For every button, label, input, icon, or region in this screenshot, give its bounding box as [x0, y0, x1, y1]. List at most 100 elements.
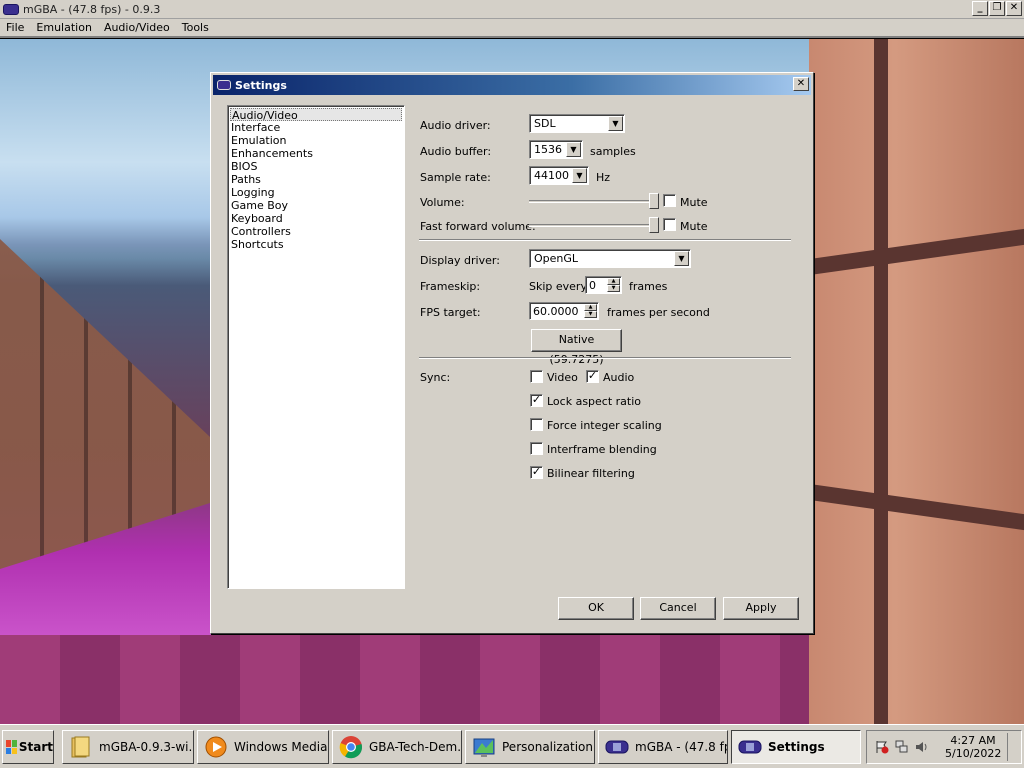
sync-audio-label: Audio	[603, 371, 635, 384]
native-fps-button[interactable]: Native (59.7275)	[531, 329, 622, 366]
main-window-title: mGBA - (47.8 fps) - 0.9.3	[23, 2, 161, 16]
category-item-logging[interactable]: Logging	[230, 186, 402, 199]
ff-volume-slider-thumb[interactable]	[649, 217, 659, 233]
close-button[interactable]: ✕	[1006, 1, 1022, 16]
menu-file[interactable]: File	[0, 21, 30, 34]
taskbar-item-label: Personalization	[502, 740, 593, 754]
menu-emulation[interactable]: Emulation	[30, 21, 98, 34]
clock-time: 4:27 AM	[950, 734, 996, 747]
interframe-checkbox[interactable]	[530, 442, 543, 455]
start-button[interactable]: Start	[2, 730, 54, 764]
taskbar: Start mGBA-0.9.3-wi... Windows Media... …	[0, 724, 1024, 768]
volume-icon[interactable]	[915, 740, 929, 754]
separator	[419, 239, 791, 241]
taskbar-item-mgba[interactable]: mGBA - (47.8 fps...	[598, 730, 728, 764]
audio-buffer-value: 1536	[534, 143, 562, 156]
minimize-button[interactable]: _	[972, 1, 988, 16]
display-driver-value: OpenGL	[534, 252, 579, 265]
media-player-icon	[205, 736, 227, 758]
category-item-audio-video[interactable]: Audio/Video	[230, 108, 402, 122]
start-label: Start	[18, 740, 53, 754]
settings-close-button[interactable]: ✕	[793, 77, 809, 91]
mgba-icon	[738, 740, 762, 754]
fps-target-value: 60.0000	[533, 305, 579, 318]
frameskip-label: Frameskip:	[420, 280, 481, 293]
category-item-bios[interactable]: BIOS	[230, 160, 402, 173]
lock-aspect-checkbox[interactable]: ✓	[530, 394, 543, 407]
volume-mute-label: Mute	[680, 196, 708, 209]
bilinear-checkbox[interactable]: ✓	[530, 466, 543, 479]
audio-driver-value: SDL	[534, 117, 556, 130]
category-item-paths[interactable]: Paths	[230, 173, 402, 186]
taskbar-item-media-player[interactable]: Windows Media...	[197, 730, 329, 764]
clock-date: 5/10/2022	[945, 747, 1002, 760]
restore-button[interactable]: ❐	[989, 1, 1005, 16]
category-item-emulation[interactable]: Emulation	[230, 134, 402, 147]
force-integer-checkbox[interactable]	[530, 418, 543, 431]
category-item-controllers[interactable]: Controllers	[230, 225, 402, 238]
volume-mute-checkbox[interactable]	[663, 194, 676, 207]
ff-volume-mute-checkbox[interactable]	[663, 218, 676, 231]
sync-video-checkbox[interactable]	[530, 370, 543, 383]
mgba-icon	[605, 740, 629, 754]
personalization-icon	[473, 738, 495, 757]
force-integer-label: Force integer scaling	[547, 419, 662, 432]
audio-buffer-label: Audio buffer:	[420, 145, 492, 158]
ff-volume-label: Fast forward volume:	[420, 220, 536, 233]
menu-audio-video[interactable]: Audio/Video	[98, 21, 176, 34]
sync-audio-checkbox[interactable]: ✓	[586, 370, 599, 383]
display-driver-select[interactable]: OpenGL ▼	[529, 249, 691, 268]
folder-icon	[71, 736, 90, 758]
sample-rate-unit: Hz	[596, 171, 611, 184]
system-tray: 4:27 AM 5/10/2022	[866, 730, 1022, 764]
settings-titlebar[interactable]: Settings ✕	[213, 75, 811, 95]
audio-buffer-select[interactable]: 1536 ▼	[529, 140, 583, 159]
category-item-keyboard[interactable]: Keyboard	[230, 212, 402, 225]
main-window-titlebar[interactable]: mGBA - (47.8 fps) - 0.9.3 _ ❐ ✕	[0, 0, 1024, 19]
action-center-flag-icon[interactable]	[875, 740, 889, 754]
chevron-down-icon: ▼	[566, 142, 581, 157]
taskbar-item-chrome[interactable]: GBA-Tech-Dem...	[332, 730, 462, 764]
category-item-shortcuts[interactable]: Shortcuts	[230, 238, 402, 251]
apply-button[interactable]: Apply	[723, 597, 799, 620]
menu-tools[interactable]: Tools	[176, 21, 215, 34]
game-wall-right	[809, 39, 1024, 724]
volume-slider[interactable]	[529, 191, 659, 211]
windows-logo-icon	[6, 740, 17, 754]
spin-down-icon[interactable]: ▼	[584, 311, 597, 318]
ff-volume-slider[interactable]	[529, 215, 659, 235]
sync-label: Sync:	[420, 371, 451, 384]
frameskip-spinbox[interactable]: 0 ▲ ▼	[585, 276, 622, 294]
category-item-enhancements[interactable]: Enhancements	[230, 147, 402, 160]
category-item-game-boy[interactable]: Game Boy	[230, 199, 402, 212]
taskbar-item-label: GBA-Tech-Dem...	[369, 740, 462, 754]
audio-driver-select[interactable]: SDL ▼	[529, 114, 625, 133]
taskbar-item-label: mGBA - (47.8 fps...	[635, 740, 727, 754]
mgba-icon	[3, 3, 19, 15]
frameskip-value: 0	[589, 279, 596, 292]
category-item-interface[interactable]: Interface	[230, 121, 402, 134]
frameskip-unit: frames	[629, 280, 668, 293]
network-icon[interactable]	[895, 740, 909, 754]
interframe-label: Interframe blending	[547, 443, 657, 456]
fps-target-unit: frames per second	[607, 306, 710, 319]
sync-video-label: Video	[547, 371, 578, 384]
fps-target-spinbox[interactable]: 60.0000 ▲ ▼	[529, 302, 599, 320]
spin-up-icon[interactable]: ▲	[607, 278, 620, 285]
taskbar-item-settings[interactable]: Settings	[731, 730, 861, 764]
sample-rate-label: Sample rate:	[420, 171, 491, 184]
sample-rate-select[interactable]: 44100 ▼	[529, 166, 589, 185]
cancel-button[interactable]: Cancel	[640, 597, 716, 620]
taskbar-item-label: Settings	[768, 740, 825, 754]
spin-down-icon[interactable]: ▼	[607, 285, 620, 292]
menu-bar: File Emulation Audio/Video Tools	[0, 19, 1024, 38]
volume-slider-thumb[interactable]	[649, 193, 659, 209]
clock[interactable]: 4:27 AM 5/10/2022	[945, 734, 1001, 760]
ok-button[interactable]: OK	[558, 597, 634, 620]
show-desktop-button[interactable]	[1007, 733, 1019, 761]
taskbar-item-personalization[interactable]: Personalization	[465, 730, 595, 764]
game-wall-left	[0, 239, 210, 569]
settings-dialog: Settings ✕ Audio/Video Interface Emulati…	[210, 72, 814, 634]
taskbar-item-folder[interactable]: mGBA-0.9.3-wi...	[62, 730, 194, 764]
spin-up-icon[interactable]: ▲	[584, 304, 597, 311]
